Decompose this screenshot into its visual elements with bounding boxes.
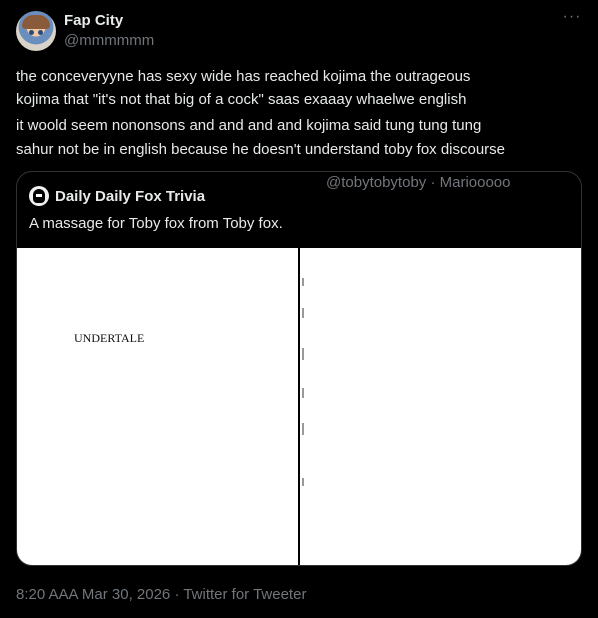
tweet-line-1: the conceveryyne has sexy wide has reach… [16, 68, 471, 85]
faint-mark [302, 478, 304, 486]
faint-mark [302, 388, 304, 398]
author-name[interactable]: Fap City [64, 12, 123, 29]
faint-mark [302, 278, 304, 286]
tweet-line-2: kojima that "it's not that big of a cock… [16, 91, 467, 108]
timestamp[interactable]: 8:20 AAA Mar 30, 2026 · Twitter for Twee… [16, 586, 306, 603]
quoted-tweet[interactable]: Daily Daily Fox Trivia @tobytobytoby · M… [16, 171, 582, 566]
page-title: UNDERTALE [74, 331, 145, 345]
avatar-hair [22, 15, 50, 29]
avatar-eye-left [29, 30, 34, 35]
media-divider [298, 248, 300, 565]
quoted-text: A massage for Toby fox from Toby fox. [29, 215, 283, 232]
fox-icon-eye [36, 194, 42, 197]
tweet-header: Fap City @mmmmmm ··· [16, 9, 582, 51]
more-options-icon[interactable]: ··· [562, 9, 582, 29]
quoted-handle-meta[interactable]: @tobytobytoby · Mariooooo [326, 174, 511, 191]
quoted-media[interactable]: UNDERTALE [17, 248, 581, 565]
author-handle[interactable]: @mmmmmm [64, 32, 154, 49]
faint-mark [302, 423, 304, 435]
faint-mark [302, 348, 304, 360]
tweet-line-4: sahur not be in english because he doesn… [16, 141, 506, 158]
quoted-author-name[interactable]: Daily Daily Fox Trivia [55, 188, 205, 205]
avatar[interactable] [16, 11, 56, 51]
tweet-line-3: it woold seem nononsons and and and and … [16, 117, 482, 134]
fox-icon[interactable] [29, 186, 49, 206]
avatar-eye-right [38, 30, 43, 35]
faint-mark [302, 308, 304, 318]
